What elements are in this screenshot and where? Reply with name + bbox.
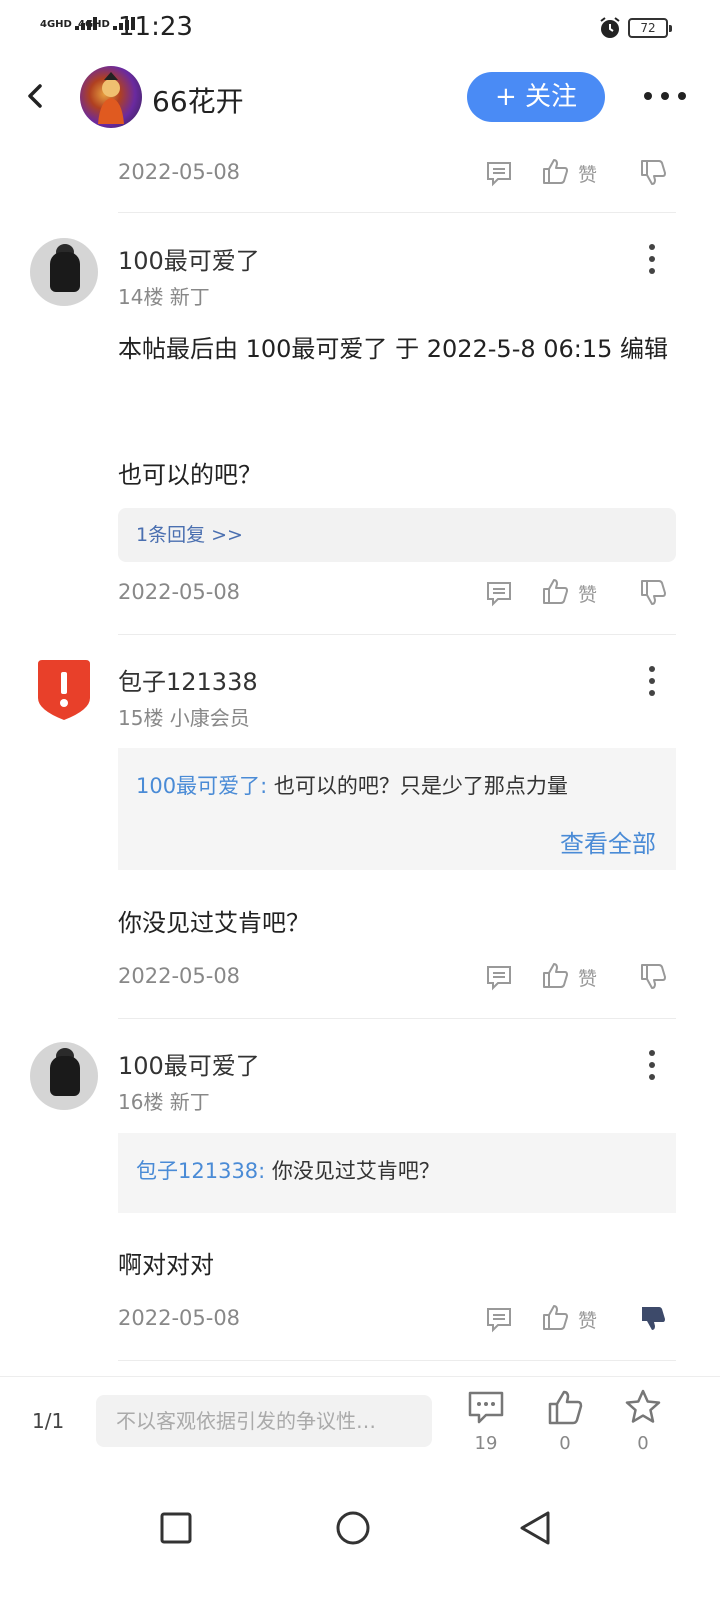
- avatar-figure: [50, 1056, 80, 1096]
- post-content: 啊对对对: [118, 1251, 214, 1279]
- dislike-icon-active[interactable]: [638, 1304, 668, 1334]
- reply-link[interactable]: 1条回复 >>: [118, 508, 676, 562]
- post-floor-rank: 14楼 新丁: [118, 285, 210, 309]
- star-icon[interactable]: [623, 1387, 663, 1427]
- triangle-back-icon[interactable]: [516, 1508, 556, 1548]
- dislike-icon[interactable]: [638, 158, 668, 188]
- like-label[interactable]: 赞: [578, 1306, 597, 1333]
- like-icon[interactable]: [545, 1387, 585, 1427]
- status-time: 11:23: [118, 12, 193, 42]
- author-avatar[interactable]: [80, 66, 142, 128]
- author-name[interactable]: 66花开: [152, 80, 244, 120]
- avatar-figure: [50, 252, 80, 292]
- comment-icon[interactable]: [484, 158, 514, 188]
- top-header: 66花开 + 关注: [0, 56, 720, 140]
- quote-box[interactable]: 包子121338: 你没见过艾肯吧？: [118, 1133, 676, 1213]
- quote-box[interactable]: 100最可爱了: 也可以的吧？只是少了那点力量 查看全部: [118, 748, 676, 870]
- divider: [118, 634, 676, 635]
- post-meta-row: 2022-05-08 赞: [118, 958, 678, 998]
- divider: [118, 1360, 676, 1361]
- comment-icon[interactable]: [484, 578, 514, 608]
- like-icon[interactable]: [540, 576, 570, 606]
- comment-count: 19: [474, 1433, 498, 1454]
- post-username[interactable]: 100最可爱了: [118, 1046, 260, 1081]
- signal-1-label: 4GHD: [40, 19, 72, 30]
- comment-icon[interactable]: [466, 1387, 506, 1427]
- avatar-figure-icon: [98, 72, 124, 124]
- follow-button[interactable]: + 关注: [467, 72, 605, 122]
- alarm-icon: [600, 17, 620, 38]
- quote-line: 100最可爱了: 也可以的吧？只是少了那点力量: [136, 770, 568, 800]
- post-meta-row: 2022-05-08 赞: [118, 574, 678, 614]
- like-label[interactable]: 赞: [578, 160, 597, 187]
- quote-line: 包子121338: 你没见过艾肯吧？: [136, 1155, 440, 1185]
- like-label[interactable]: 赞: [578, 964, 597, 991]
- star-count: 0: [637, 1433, 649, 1454]
- back-icon[interactable]: [20, 78, 52, 114]
- quote-text: 也可以的吧？只是少了那点力量: [267, 774, 568, 798]
- like-icon[interactable]: [540, 960, 570, 990]
- like-count: 0: [559, 1433, 571, 1454]
- system-nav-bar: [0, 1466, 720, 1600]
- post-edit-note: 本帖最后由 100最可爱了 于 2022-5-8 06:15 编辑: [118, 335, 669, 363]
- post-floor-rank: 16楼 新丁: [118, 1090, 210, 1114]
- square-icon[interactable]: [156, 1508, 196, 1548]
- quote-author[interactable]: 包子121338:: [136, 1159, 265, 1183]
- kebab-icon[interactable]: [644, 242, 660, 276]
- comment-icon[interactable]: [484, 962, 514, 992]
- more-icon[interactable]: [640, 86, 690, 106]
- quote-text: 你没见过艾肯吧？: [265, 1159, 440, 1183]
- post-meta-row: 2022-05-08 赞: [118, 154, 678, 194]
- quote-author[interactable]: 100最可爱了:: [136, 774, 267, 798]
- bottom-action-bar: 1/1 不以客观依据引发的争议性… 19 0 0: [0, 1376, 720, 1466]
- signal-2-label: 4GHD: [78, 19, 110, 30]
- post-floor-rank: 15楼 小康会员: [118, 706, 250, 730]
- circle-icon[interactable]: [333, 1508, 373, 1548]
- post-content: 也可以的吧？: [118, 461, 262, 489]
- like-icon[interactable]: [540, 156, 570, 186]
- comment-input[interactable]: 不以客观依据引发的争议性…: [96, 1395, 432, 1447]
- post-username[interactable]: 100最可爱了: [118, 241, 260, 276]
- status-bar: 4GHD 4GHD 11:23 72: [0, 0, 720, 56]
- divider: [118, 1018, 676, 1019]
- view-all-link[interactable]: 查看全部: [560, 824, 656, 859]
- post-content: 你没见过艾肯吧？: [118, 909, 310, 937]
- dislike-icon[interactable]: [638, 962, 668, 992]
- divider: [118, 212, 676, 213]
- like-label[interactable]: 赞: [578, 580, 597, 607]
- kebab-icon[interactable]: [644, 1048, 660, 1082]
- user-avatar[interactable]: [30, 1042, 98, 1110]
- post-date: 2022-05-08: [118, 580, 241, 604]
- like-icon[interactable]: [540, 1302, 570, 1332]
- post-date: 2022-05-08: [118, 964, 241, 988]
- kebab-icon[interactable]: [644, 664, 660, 698]
- dislike-icon[interactable]: [638, 578, 668, 608]
- post-date: 2022-05-08: [118, 1306, 241, 1330]
- comment-icon[interactable]: [484, 1304, 514, 1334]
- warning-avatar-icon[interactable]: [36, 658, 92, 722]
- post-date: 2022-05-08: [118, 160, 241, 184]
- post-username[interactable]: 包子121338: [118, 662, 258, 697]
- battery-indicator: 72: [628, 18, 672, 38]
- page-indicator[interactable]: 1/1: [32, 1409, 64, 1433]
- user-avatar[interactable]: [30, 238, 98, 306]
- post-meta-row: 2022-05-08 赞: [118, 1300, 678, 1340]
